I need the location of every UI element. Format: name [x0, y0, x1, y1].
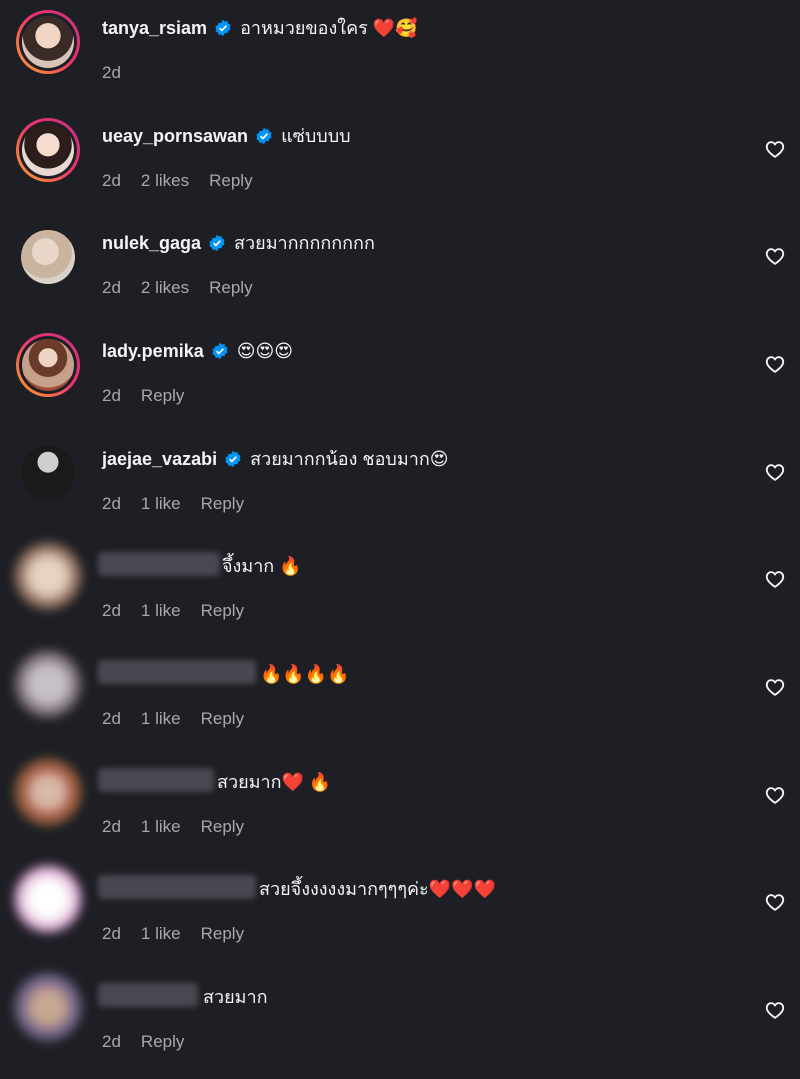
comment-item: ueay_pornsawan แซ่บบบบ 2d 2 likes Reply: [0, 108, 800, 215]
username[interactable]: tanya_rsiam: [102, 16, 207, 40]
like-count[interactable]: 1 like: [141, 708, 181, 730]
comment-time: 2d: [102, 601, 121, 620]
reply-button[interactable]: Reply: [201, 600, 244, 622]
heart-outline-icon[interactable]: [764, 999, 786, 1021]
reply-button[interactable]: Reply: [201, 493, 244, 515]
comment-time: 2d: [102, 709, 121, 728]
comment-item: nulek_gaga สวยมากกกกกกกก 2d 2 likes Repl…: [0, 215, 800, 322]
comment-item: lady.pemika 😍😍😍 2d Reply: [0, 323, 800, 430]
comment-item: jaejae_vazabi สวยมากกน้อง ชอบมาก😍 2d 1 l…: [0, 431, 800, 538]
comment-item: สวยจึ้งงงงงมากๆๆๆค่ะ❤️❤️❤️ 2d 1 like Rep…: [0, 861, 800, 968]
verified-badge-icon: [224, 450, 242, 468]
comment-text: สวยมาก: [203, 987, 268, 1007]
avatar[interactable]: [14, 865, 82, 933]
comment-time: 2d: [102, 386, 121, 405]
comment-time: 2d: [102, 278, 121, 297]
comment-text: 😍😍😍: [236, 341, 294, 361]
heart-outline-icon[interactable]: [764, 784, 786, 806]
heart-outline-icon[interactable]: [764, 568, 786, 590]
reply-button[interactable]: Reply: [141, 385, 184, 407]
avatar[interactable]: [14, 758, 82, 826]
comment-item: สวยมาก 2d Reply: [0, 969, 800, 1076]
verified-badge-icon: [255, 127, 273, 145]
like-count[interactable]: 1 like: [141, 816, 181, 838]
comment-text: จึ้งมาก 🔥: [222, 556, 302, 576]
comment-text: สวยมากกกกกกกก: [234, 233, 375, 253]
comment-item: tanya_rsiam อาหมวยของใคร ❤️🥰 2d: [0, 0, 800, 107]
username-blurred[interactable]: [98, 660, 256, 684]
username[interactable]: nulek_gaga: [102, 231, 201, 255]
comment-time: 2d: [102, 1032, 121, 1051]
avatar[interactable]: [16, 333, 80, 397]
comment-text: สวยมาก❤️ 🔥: [217, 772, 332, 792]
comment-time: 2d: [102, 924, 121, 943]
heart-outline-icon[interactable]: [764, 353, 786, 375]
comment-item: 🔥🔥🔥🔥 2d 1 like Reply: [0, 646, 800, 753]
comment-item: จึ้งมาก 🔥 2d 1 like Reply: [0, 538, 800, 645]
username-blurred[interactable]: [98, 983, 198, 1007]
heart-outline-icon[interactable]: [764, 891, 786, 913]
comment-list: tanya_rsiam อาหมวยของใคร ❤️🥰 2d ueay_por…: [0, 0, 800, 1079]
comment-text: สวยจึ้งงงงงมากๆๆๆค่ะ❤️❤️❤️: [259, 879, 496, 899]
username[interactable]: ueay_pornsawan: [102, 124, 248, 148]
username[interactable]: lady.pemika: [102, 339, 204, 363]
avatar[interactable]: [16, 225, 80, 289]
comment-time: 2d: [102, 494, 121, 513]
heart-outline-icon[interactable]: [764, 676, 786, 698]
like-count[interactable]: 1 like: [141, 493, 181, 515]
verified-badge-icon: [211, 342, 229, 360]
reply-button[interactable]: Reply: [201, 816, 244, 838]
username[interactable]: jaejae_vazabi: [102, 447, 217, 471]
reply-button[interactable]: Reply: [141, 1031, 184, 1053]
like-count[interactable]: 2 likes: [141, 170, 189, 192]
username-blurred[interactable]: [98, 768, 214, 792]
avatar[interactable]: [14, 542, 82, 610]
username-blurred[interactable]: [98, 552, 220, 576]
like-count[interactable]: 1 like: [141, 923, 181, 945]
comment-text: แซ่บบบบ: [281, 126, 351, 146]
avatar[interactable]: [16, 441, 80, 505]
reply-button[interactable]: Reply: [209, 170, 252, 192]
reply-button[interactable]: Reply: [201, 708, 244, 730]
comment-time: 2d: [102, 63, 121, 82]
reply-button[interactable]: Reply: [209, 277, 252, 299]
username-blurred[interactable]: [98, 875, 256, 899]
comment-time: 2d: [102, 817, 121, 836]
verified-badge-icon: [214, 19, 232, 37]
avatar[interactable]: [16, 118, 80, 182]
comment-item: สวยมาก❤️ 🔥 2d 1 like Reply: [0, 754, 800, 861]
heart-outline-icon[interactable]: [764, 245, 786, 267]
comment-text: 🔥🔥🔥🔥: [260, 664, 350, 684]
heart-outline-icon[interactable]: [764, 138, 786, 160]
heart-outline-icon[interactable]: [764, 461, 786, 483]
comment-time: 2d: [102, 171, 121, 190]
reply-button[interactable]: Reply: [201, 923, 244, 945]
avatar[interactable]: [14, 650, 82, 718]
verified-badge-icon: [208, 234, 226, 252]
avatar[interactable]: [16, 10, 80, 74]
comment-text: สวยมากกน้อง ชอบมาก😍: [250, 449, 449, 469]
comment-text: อาหมวยของใคร ❤️🥰: [240, 18, 418, 38]
like-count[interactable]: 1 like: [141, 600, 181, 622]
avatar[interactable]: [14, 973, 82, 1041]
like-count[interactable]: 2 likes: [141, 277, 189, 299]
